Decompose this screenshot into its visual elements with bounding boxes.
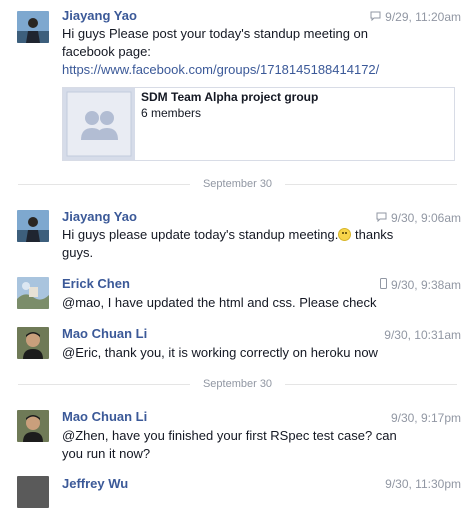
date-divider-label: September 30 bbox=[202, 178, 273, 190]
avatar[interactable] bbox=[17, 410, 49, 442]
message-body: Hi guys Please post your today's standup… bbox=[62, 26, 368, 59]
chat-bubble-icon bbox=[376, 211, 387, 225]
message-item: Jiayang Yao 9/30, 9:06am Hi guys please … bbox=[0, 200, 475, 260]
message-text: @Eric, thank you, it is working correctl… bbox=[62, 345, 378, 360]
author-name[interactable]: Erick Chen bbox=[62, 276, 130, 291]
mobile-phone-icon bbox=[379, 278, 387, 292]
date-divider-label: September 30 bbox=[202, 378, 273, 390]
card-subtitle: 6 members bbox=[141, 106, 202, 120]
timestamp: 9/30, 9:06am bbox=[376, 211, 461, 225]
avatar[interactable] bbox=[17, 476, 49, 508]
message-item: Jiayang Yao 9/29, 11:20am Hi guys Please… bbox=[0, 0, 475, 170]
timestamp: 9/29, 11:20am bbox=[370, 10, 461, 24]
chat-bubble-icon bbox=[370, 10, 381, 24]
message-text: Hi guys please update today's standup me… bbox=[62, 226, 407, 262]
message-item: Jeffrey Wu 9/30, 11:30pm bbox=[0, 474, 475, 508]
smiley-emoji-icon bbox=[338, 228, 352, 241]
timestamp: 9/30, 9:17pm bbox=[391, 411, 461, 425]
author-name[interactable]: Mao Chuan Li bbox=[62, 409, 147, 424]
timestamp: 9/30, 9:38am bbox=[379, 278, 461, 292]
avatar[interactable] bbox=[17, 11, 49, 43]
message-body: Hi guys please update today's standup me… bbox=[62, 227, 339, 242]
avatar[interactable] bbox=[17, 210, 49, 242]
message-item: Erick Chen 9/30, 9:38am @mao, I have upd… bbox=[0, 268, 475, 318]
divider-line bbox=[18, 383, 190, 385]
group-link[interactable]: https://www.facebook.com/groups/17181451… bbox=[62, 61, 407, 79]
timestamp-text: 9/29, 11:20am bbox=[385, 10, 461, 24]
message-text: @Zhen, have you finished your first RSpe… bbox=[62, 428, 397, 461]
group-thumbnail bbox=[63, 88, 135, 160]
card-title[interactable]: SDM Team Alpha project group bbox=[141, 90, 318, 104]
author-name[interactable]: Jiayang Yao bbox=[62, 8, 137, 23]
date-divider: September 30 bbox=[18, 377, 458, 391]
author-name[interactable]: Jiayang Yao bbox=[62, 209, 137, 224]
timestamp-text: 9/30, 9:06am bbox=[390, 211, 461, 225]
timestamp-text: 9/30, 9:17pm bbox=[390, 411, 461, 425]
author-name[interactable]: Jeffrey Wu bbox=[62, 476, 128, 491]
message-text: @mao, I have updated the html and css. P… bbox=[62, 295, 377, 310]
timestamp-text: 9/30, 10:31am bbox=[384, 328, 461, 342]
message-text: Hi guys Please post your today's standup… bbox=[62, 25, 407, 79]
date-divider: September 30 bbox=[18, 177, 458, 191]
message-item: Mao Chuan Li 9/30, 9:17pm @Zhen, have yo… bbox=[0, 402, 475, 468]
group-icon bbox=[63, 88, 135, 160]
timestamp: 9/30, 11:30pm bbox=[385, 477, 461, 491]
timestamp-text: 9/30, 11:30pm bbox=[385, 477, 461, 491]
timestamp: 9/30, 10:31am bbox=[384, 328, 461, 342]
avatar[interactable] bbox=[17, 327, 49, 359]
divider-line bbox=[285, 383, 458, 385]
message-item: Mao Chuan Li 9/30, 10:31am @Eric, thank … bbox=[0, 318, 475, 368]
avatar[interactable] bbox=[17, 277, 49, 309]
timestamp-text: 9/30, 9:38am bbox=[390, 278, 461, 292]
author-name[interactable]: Mao Chuan Li bbox=[62, 326, 147, 341]
link-preview-card[interactable]: SDM Team Alpha project group 6 members bbox=[62, 87, 455, 161]
divider-line bbox=[285, 183, 458, 185]
divider-line bbox=[18, 183, 190, 185]
